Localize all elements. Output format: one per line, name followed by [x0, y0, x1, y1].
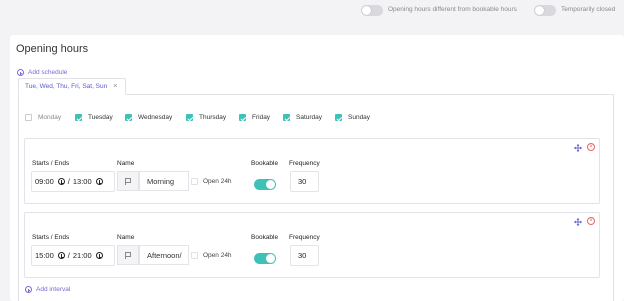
name-label: Name	[117, 160, 135, 167]
starts-ends-label: Starts / Ends	[32, 234, 70, 241]
interval-row: × Starts / Ends Name Bookable Frequency …	[24, 212, 600, 278]
temporarily-closed-toggle[interactable]	[534, 5, 556, 16]
start-time-value[interactable]: 09:00	[35, 177, 54, 186]
bookable-toggle[interactable]	[254, 253, 276, 264]
bookable-toggle[interactable]	[254, 179, 276, 190]
day-thursday[interactable]: Thursday	[186, 114, 226, 121]
add-circle-icon	[25, 286, 32, 293]
frequency-label: Frequency	[289, 234, 320, 241]
day-label: Tuesday	[88, 114, 113, 121]
interval-name-input[interactable]: Morning	[139, 171, 189, 191]
flag-button[interactable]	[117, 245, 139, 265]
clock-icon	[57, 178, 65, 185]
checkbox-checked-icon[interactable]	[75, 114, 82, 121]
remove-interval-icon[interactable]: ×	[587, 143, 595, 151]
day-wednesday[interactable]: Wednesday	[125, 114, 172, 121]
temporarily-closed-label: Temporarily closed	[561, 6, 616, 13]
checkbox-checked-icon[interactable]	[335, 114, 342, 121]
time-range-input[interactable]: 09:00 / 13:00	[31, 171, 115, 192]
checkbox-icon[interactable]	[25, 114, 32, 121]
close-icon[interactable]: ×	[113, 83, 117, 90]
time-range-input[interactable]: 15:00 / 21:00	[31, 245, 115, 266]
clock-icon	[95, 178, 103, 185]
add-interval-label: Add interval	[36, 286, 71, 293]
day-label: Friday	[252, 114, 271, 121]
checkbox-icon[interactable]	[191, 252, 198, 259]
day-label: Sunday	[348, 114, 371, 121]
clock-icon	[95, 252, 103, 259]
day-label: Wednesday	[138, 114, 173, 121]
checkbox-icon[interactable]	[191, 178, 198, 185]
clock-icon	[57, 252, 65, 259]
day-sunday[interactable]: Sunday	[335, 114, 370, 121]
day-label: Thursday	[199, 114, 227, 121]
time-separator: /	[67, 251, 70, 260]
frequency-input[interactable]: 30	[290, 245, 319, 266]
move-icon[interactable]	[574, 144, 582, 152]
open-24h-checkbox[interactable]: Open 24h	[191, 178, 232, 185]
open-24h-label: Open 24h	[203, 178, 232, 185]
schedule-tab[interactable]: Tue, Wed, Thu, Fri, Sat, Sun ×	[18, 78, 127, 95]
frequency-input[interactable]: 30	[290, 171, 319, 192]
different-hours-toggle[interactable]	[361, 5, 383, 16]
open-24h-label: Open 24h	[203, 252, 232, 259]
flag-icon	[125, 177, 131, 185]
end-time-value[interactable]: 13:00	[73, 177, 92, 186]
move-icon[interactable]	[574, 218, 582, 226]
day-saturday[interactable]: Saturday	[283, 114, 322, 121]
start-time-value[interactable]: 15:00	[35, 251, 54, 260]
time-separator: /	[67, 177, 70, 186]
interval-row: × Starts / Ends Name Bookable Frequency …	[24, 138, 600, 204]
add-interval-link[interactable]: Add interval	[25, 286, 70, 293]
end-time-value[interactable]: 21:00	[73, 251, 92, 260]
checkbox-checked-icon[interactable]	[186, 114, 193, 121]
add-circle-icon	[17, 69, 24, 76]
day-monday[interactable]: Monday	[25, 114, 61, 121]
schedule-tab-label: Tue, Wed, Thu, Fri, Sat, Sun	[25, 83, 108, 90]
add-schedule-link[interactable]: Add schedule	[17, 69, 67, 76]
day-label: Monday	[38, 114, 62, 121]
top-bar: Opening hours different from bookable ho…	[0, 0, 624, 20]
open-24h-checkbox[interactable]: Open 24h	[191, 252, 232, 259]
bookable-label: Bookable	[251, 234, 279, 241]
different-hours-label: Opening hours different from bookable ho…	[388, 6, 517, 13]
checkbox-checked-icon[interactable]	[125, 114, 132, 121]
day-friday[interactable]: Friday	[239, 114, 270, 121]
checkbox-checked-icon[interactable]	[239, 114, 246, 121]
remove-interval-icon[interactable]: ×	[587, 217, 595, 225]
frequency-label: Frequency	[289, 160, 320, 167]
interval-name-input[interactable]: Afternoon/	[139, 245, 189, 265]
checkbox-checked-icon[interactable]	[283, 114, 290, 121]
starts-ends-label: Starts / Ends	[32, 160, 70, 167]
page-title: Opening hours	[16, 43, 89, 55]
day-tuesday[interactable]: Tuesday	[75, 114, 113, 121]
day-label: Saturday	[296, 114, 323, 121]
bookable-label: Bookable	[251, 160, 279, 167]
name-label: Name	[117, 234, 135, 241]
flag-icon	[125, 251, 131, 259]
add-schedule-label: Add schedule	[28, 69, 68, 76]
flag-button[interactable]	[117, 171, 139, 191]
